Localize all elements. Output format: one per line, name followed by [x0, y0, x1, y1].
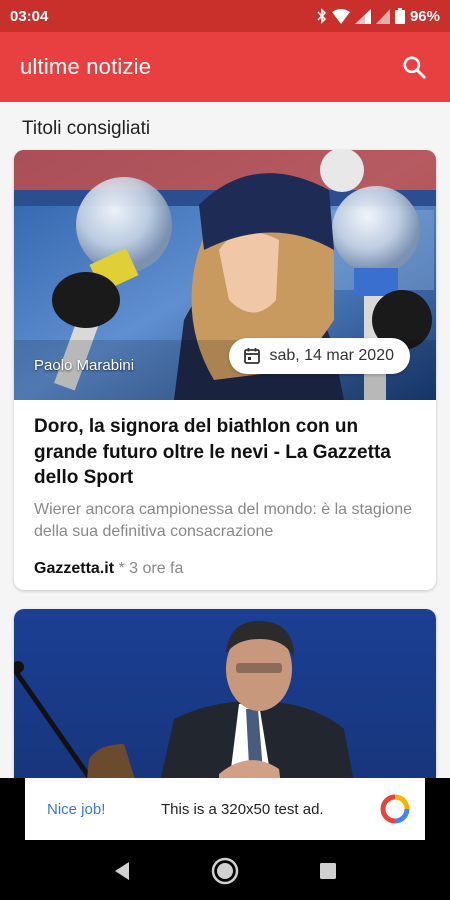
article-date: sab, 14 mar 2020 [269, 347, 394, 364]
ad-text: This is a 320x50 test ad. [161, 800, 324, 818]
article-card[interactable]: Paolo Marabini sab, 14 mar 2020 Doro, la… [14, 150, 436, 590]
article-summary: Wierer ancora campionessa del mondo: è l… [34, 500, 412, 541]
calendar-icon [244, 348, 261, 364]
signal-icon [375, 8, 390, 24]
search-icon [403, 56, 426, 79]
back-icon [114, 862, 129, 880]
home-icon [211, 857, 239, 885]
article-source: Gazzetta.it [34, 559, 115, 577]
ad-cta[interactable]: Nice job! [47, 801, 161, 818]
app-bar: ultime notizie [0, 32, 450, 102]
status-icons: 96% [317, 8, 440, 25]
app-title: ultime notizie [20, 54, 152, 79]
photo-credit: Paolo Marabini [34, 357, 135, 374]
article-meta: Gazzetta.it * 3 ore fa [34, 560, 416, 578]
content-area[interactable]: Titoli consigliati Paolo Marabini sab, 1… [0, 102, 450, 778]
signal-icon [354, 8, 371, 24]
battery-icon [394, 8, 405, 24]
ad-container: Nice job! This is a 320x50 test ad. [0, 778, 450, 842]
ad-logo-icon [380, 794, 410, 824]
article-headline[interactable]: Doro, la signora del biathlon con un gra… [34, 414, 416, 491]
article-time-ago: * 3 ore fa [114, 559, 184, 577]
ad-banner[interactable]: Nice job! This is a 320x50 test ad. [25, 778, 425, 840]
status-time: 03:04 [10, 7, 49, 25]
recents-icon [320, 863, 337, 879]
date-badge: sab, 14 mar 2020 [229, 338, 410, 374]
article-body[interactable]: Doro, la signora del biathlon con un gra… [14, 400, 436, 578]
bluetooth-icon [317, 8, 327, 24]
status-bar: 03:04 96% [0, 0, 450, 32]
article-card[interactable] [14, 609, 436, 778]
section-title: Titoli consigliati [22, 118, 151, 139]
article-image[interactable]: Paolo Marabini sab, 14 mar 2020 [14, 150, 436, 400]
recents-button[interactable] [308, 851, 348, 891]
home-button[interactable] [205, 851, 245, 891]
search-button[interactable] [394, 47, 434, 87]
wifi-icon [331, 8, 350, 24]
back-button[interactable] [102, 851, 142, 891]
navigation-bar [0, 842, 450, 900]
article-image[interactable] [14, 609, 436, 778]
battery-percent: 96% [409, 7, 440, 25]
article-photo [14, 609, 436, 778]
